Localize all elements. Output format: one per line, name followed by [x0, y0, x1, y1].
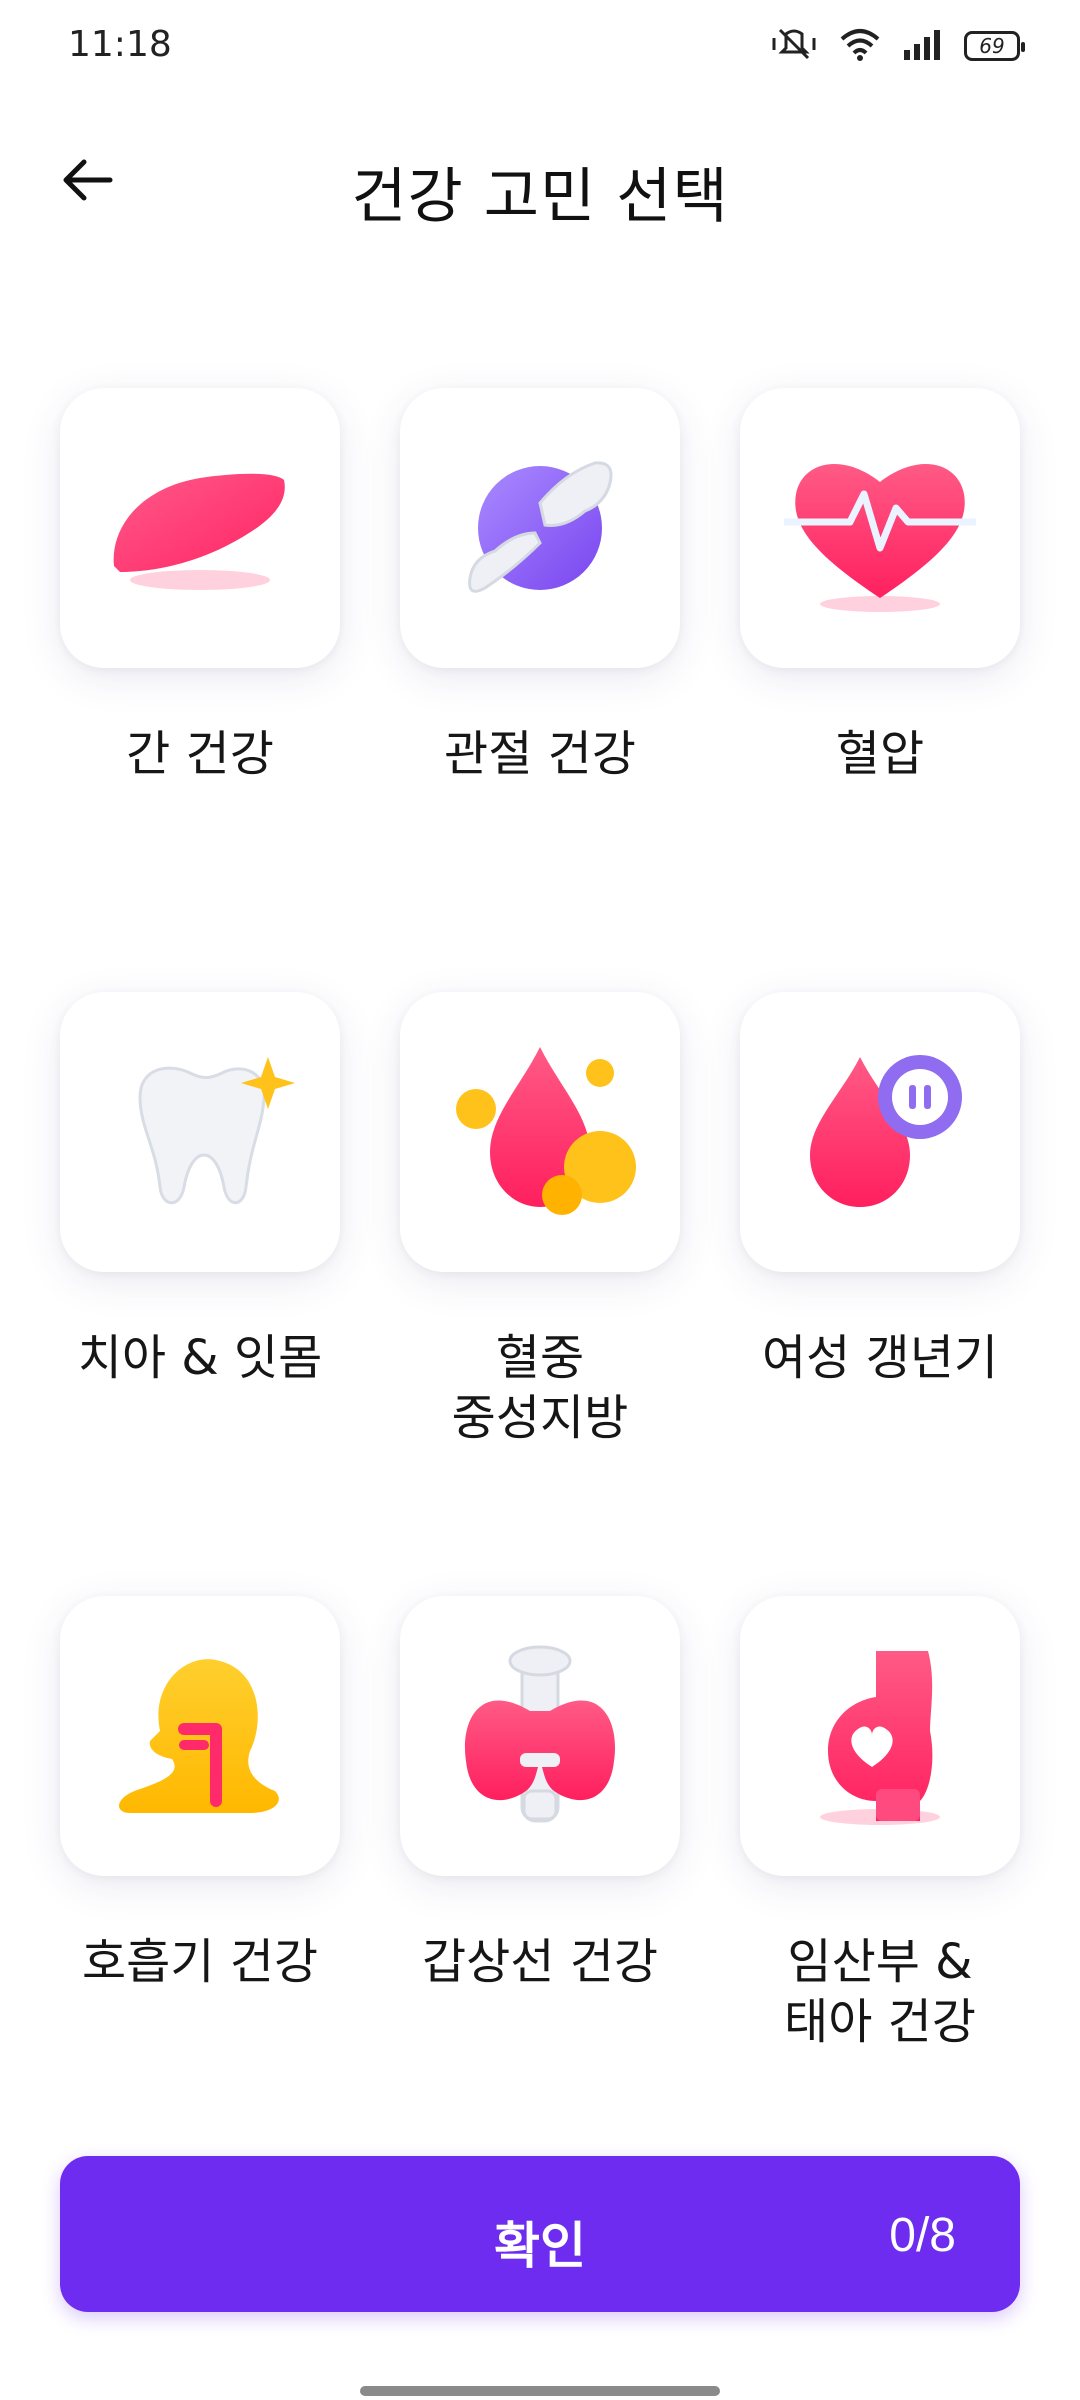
pregnancy-icon: [740, 1596, 1020, 1876]
heart-pulse-icon: [740, 388, 1020, 668]
confirm-label: 확인: [494, 2218, 586, 2274]
category-label: 여성 갱년기: [761, 1330, 999, 1386]
home-indicator: [360, 2386, 720, 2396]
selection-count: 0/8: [889, 2209, 956, 2262]
category-label: 치아 & 잇몸: [77, 1330, 323, 1386]
respiratory-icon: [60, 1596, 340, 1876]
battery-icon: 69: [964, 31, 1025, 61]
tooth-icon: [60, 992, 340, 1272]
wifi-icon: [840, 27, 880, 65]
category-thyroid[interactable]: 갑상선 건강: [400, 1596, 680, 1990]
category-triglyceride[interactable]: 혈중 중성지방: [400, 992, 680, 1446]
signal-icon: [902, 28, 942, 64]
drop-pause-icon: [740, 992, 1020, 1272]
mute-vibrate-icon: [770, 26, 818, 66]
category-label: 관절 건강: [444, 726, 636, 782]
status-icons: 69: [770, 26, 1025, 66]
category-menopause[interactable]: 여성 갱년기: [740, 992, 1020, 1386]
joint-icon: [400, 388, 680, 668]
category-label: 혈중 중성지방: [451, 1330, 629, 1446]
status-bar: 11:18 69: [0, 0, 1080, 96]
category-teeth[interactable]: 치아 & 잇몸: [60, 992, 340, 1386]
category-label: 임산부 & 태아 건강: [784, 1934, 976, 2050]
category-blood-pressure[interactable]: 혈압: [740, 388, 1020, 782]
blood-drop-fat-icon: [400, 992, 680, 1272]
confirm-button[interactable]: 확인 0/8: [60, 2156, 1020, 2312]
page-title: 건강 고민 선택: [351, 162, 729, 232]
category-liver[interactable]: 간 건강: [60, 388, 340, 782]
category-joint[interactable]: 관절 건강: [400, 388, 680, 782]
category-respiratory[interactable]: 호흡기 건강: [60, 1596, 340, 1990]
category-label: 간 건강: [126, 726, 274, 782]
thyroid-icon: [400, 1596, 680, 1876]
liver-icon: [60, 388, 340, 668]
category-label: 호흡기 건강: [81, 1934, 319, 1990]
status-time: 11:18: [68, 24, 172, 65]
category-label: 혈압: [835, 726, 925, 782]
app-bar: 건강 고민 선택: [0, 120, 1080, 240]
category-label: 갑상선 건강: [421, 1934, 659, 1990]
category-pregnancy[interactable]: 임산부 & 태아 건강: [740, 1596, 1020, 2050]
